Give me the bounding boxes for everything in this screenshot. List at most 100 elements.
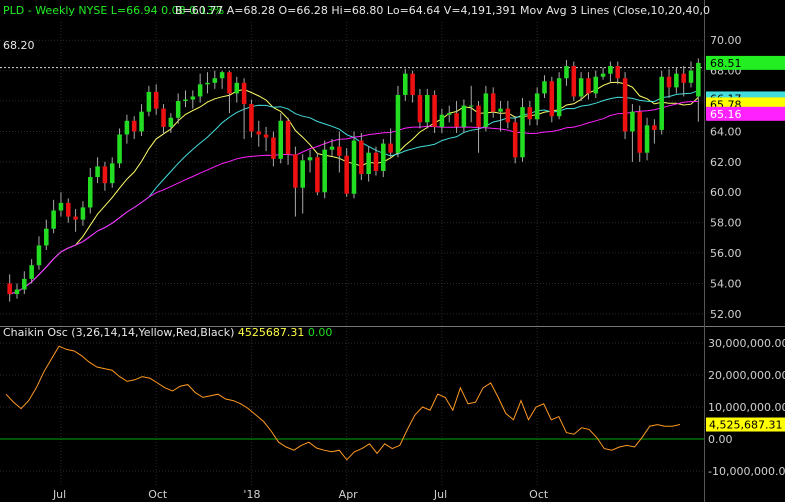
osc-last-value-text: 4,525,687.31	[709, 419, 782, 432]
osc-name: Chaikin Osc (3,26,14,14,Yellow,Red,Black…	[3, 326, 234, 339]
candle-body	[278, 120, 284, 159]
open: O=66.28	[279, 4, 328, 17]
candle-body	[512, 122, 518, 158]
osc-line	[5, 345, 681, 461]
candle-body	[190, 96, 196, 100]
candle-body	[505, 108, 511, 123]
candle-body	[630, 111, 635, 132]
chaikin-oscillator-line	[5, 345, 681, 461]
last-value-text: 68.51	[710, 57, 742, 70]
ask: A=68.28	[227, 4, 275, 17]
time-tick-label: Oct	[529, 488, 549, 501]
candle-body	[117, 134, 122, 164]
candle-body	[161, 108, 166, 127]
candle-body	[219, 72, 225, 79]
candle-body	[586, 78, 591, 94]
candle-body	[666, 76, 672, 88]
candle-body	[432, 94, 437, 127]
candle-body	[696, 62, 701, 97]
candle-body	[659, 76, 664, 130]
candle-body	[600, 73, 606, 77]
price-tick-label: 62.00	[710, 156, 742, 169]
oscillator-header: Chaikin Osc (3,26,14,14,Yellow,Red,Black…	[3, 326, 332, 339]
candle-body	[58, 202, 64, 211]
osc-tick-label: 0.00	[708, 433, 733, 446]
candle-body	[80, 207, 86, 220]
candle-body	[131, 120, 137, 132]
candle-body	[146, 91, 152, 112]
candle-body	[403, 73, 408, 95]
candle-body	[315, 157, 320, 193]
osc-tick-label: -10,000,000.00	[708, 465, 785, 478]
candle-body	[227, 72, 232, 94]
candle-body	[66, 202, 71, 217]
candle-body	[212, 78, 218, 83]
candle-body	[271, 137, 276, 159]
candle-body	[109, 163, 115, 184]
candle-body	[615, 66, 621, 79]
candle-body	[249, 104, 254, 132]
osc-tick-label: 10,000,000.00	[708, 401, 785, 414]
last-price: L=66.94	[111, 4, 158, 17]
low: Lo=64.64	[387, 4, 440, 17]
candle-body	[168, 117, 174, 127]
candle-body	[534, 93, 540, 120]
period: Weekly	[35, 4, 75, 17]
candle-body	[454, 113, 459, 127]
candle-body	[44, 228, 49, 246]
candle-body	[293, 154, 298, 188]
candle-body	[7, 283, 12, 295]
candle-body	[439, 114, 445, 127]
candle-body	[681, 73, 686, 83]
candle-body	[410, 73, 415, 95]
price-tick-label: 54.00	[710, 277, 742, 290]
osc-tick-label: 20,000,000.00	[708, 369, 785, 382]
price-tick-label: 58.00	[710, 217, 742, 230]
chart-headers: PLD - Weekly NYSE L=66.94 0.08 0.13% B=6…	[3, 4, 710, 339]
candle-body	[652, 125, 657, 130]
time-tick-label: Jul	[52, 488, 66, 501]
time-tick-label: Jul	[433, 488, 447, 501]
exchange: NYSE	[78, 4, 107, 17]
candle-body	[417, 94, 423, 123]
candle-body	[234, 82, 240, 94]
candle-body	[674, 73, 679, 88]
candle-body	[337, 146, 342, 156]
candle-body	[73, 216, 78, 220]
candle-body	[366, 152, 371, 174]
candle-body	[22, 278, 27, 290]
candle-body	[307, 157, 313, 161]
symbol: PLD	[3, 4, 24, 17]
study-label: Mov Avg 3 Lines (Close,10,20,40,0	[520, 4, 710, 17]
last-value-text: 65.16	[710, 108, 742, 121]
candle-body	[197, 84, 203, 97]
candle-body	[483, 93, 489, 127]
candle-body	[241, 82, 247, 105]
candle-body	[344, 155, 349, 194]
candle-body	[527, 107, 533, 120]
candle-body	[263, 134, 269, 138]
candle-body	[564, 66, 569, 79]
candle-body	[14, 289, 20, 295]
candle-body	[139, 111, 144, 132]
candle-body	[124, 120, 130, 135]
candle-body	[329, 146, 335, 150]
candle-body	[542, 81, 547, 94]
candle-body	[622, 78, 628, 132]
price-tick-label: 56.00	[710, 247, 742, 260]
candle-body	[461, 105, 467, 127]
osc-tick-label: 30,000,000.00	[708, 337, 785, 350]
candle-body	[520, 107, 525, 158]
price-tick-label: 52.00	[710, 308, 742, 321]
candle-body	[578, 78, 584, 97]
candle-body	[256, 131, 262, 135]
time-tick-label: '18	[243, 488, 260, 501]
candlesticks	[7, 58, 701, 302]
grid-lines	[0, 22, 704, 487]
bid: B=60.77	[175, 4, 223, 17]
candle-body	[395, 94, 401, 153]
candle-body	[571, 66, 577, 97]
candle-body	[153, 91, 159, 109]
candle-body	[644, 125, 650, 153]
candle-body	[498, 108, 503, 112]
